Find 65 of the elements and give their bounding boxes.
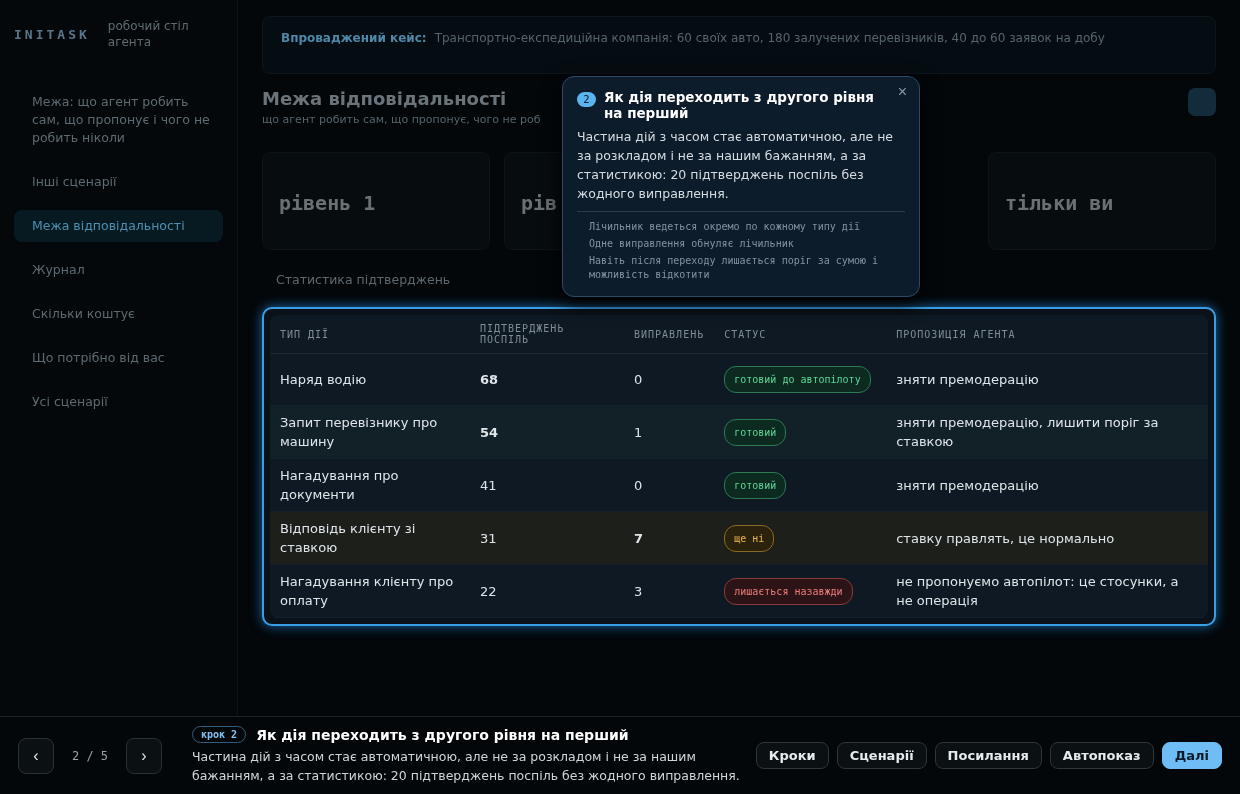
tour-button[interactable]: Сценарії bbox=[836, 742, 927, 769]
table-cell: 0 bbox=[624, 458, 715, 512]
status-tag: ще ні bbox=[724, 524, 775, 552]
table-cell: 3 bbox=[624, 564, 715, 618]
previous-button[interactable]: ‹ bbox=[18, 737, 54, 774]
table-cell: зняти премодерацію bbox=[886, 353, 1208, 406]
popover-title: Як дія переходить з другого рівня на перший bbox=[604, 89, 875, 121]
logo-subtitle: робочий стіл агента bbox=[107, 18, 190, 50]
table-cell: 31 bbox=[470, 511, 624, 565]
column-header: СТАТУС bbox=[714, 315, 887, 354]
table-cell: ставку правлять, це нормально bbox=[886, 511, 1208, 565]
status-tag: готовий bbox=[724, 471, 787, 499]
table-cell: Наряд водію bbox=[270, 353, 470, 406]
table-cell: Нагадування клієнту про оплату bbox=[270, 564, 470, 618]
bullet-text: Навіть після переходу лишається поріг за сумою і можливість відкотити bbox=[588, 254, 879, 282]
tour-button[interactable]: Автопоказ bbox=[1049, 742, 1154, 769]
step-counter: 2 / 5 bbox=[70, 748, 110, 763]
step-title: Як дія переходить з другого рівня на перший bbox=[256, 726, 629, 743]
column-header: ТИП ДІЇ bbox=[270, 315, 470, 354]
sidebar-item[interactable]: Усі сценарії bbox=[14, 386, 223, 418]
close-button[interactable]: × bbox=[893, 81, 911, 103]
sidebar-item[interactable]: Що потрібно від вас bbox=[14, 342, 223, 374]
tour-button[interactable]: Кроки bbox=[755, 742, 829, 769]
column-header: ПІДТВЕРДЖЕНЬ ПОСПІЛЬ bbox=[470, 315, 624, 354]
table-cell: 68 bbox=[470, 353, 624, 406]
step-text: Частина дій з часом стає автоматичною, але не за розкладом і не за нашим бажанням, а за статистикою: 20 підтверджень поспіль без жодного виправлення. bbox=[192, 748, 740, 785]
table-cell: зняти премодерацію, лишити поріг за ставкою bbox=[886, 405, 1208, 459]
table-cell: 41 bbox=[470, 458, 624, 512]
next-button[interactable]: › bbox=[126, 737, 162, 774]
header-button[interactable] bbox=[1188, 88, 1216, 116]
popover-text: Частина дій з часом стає автоматичною, але не за розкладом і не за нашим бажанням, а за статистикою: 20 підтверджень поспіль без жодного виправлення. bbox=[577, 127, 905, 212]
table-cell: 54 bbox=[470, 405, 624, 459]
table-cell: Запит перевізнику про машину bbox=[270, 405, 470, 459]
tour-button[interactable]: Далі bbox=[1161, 742, 1222, 769]
sidebar-item[interactable]: Скільки коштує bbox=[14, 298, 223, 330]
card-value: рівень 1 bbox=[279, 191, 376, 215]
table-cell: зняти премодерацію bbox=[886, 458, 1208, 512]
page-subtitle: що агент робить сам, що пропонує, чого не роб bbox=[262, 113, 541, 126]
step-number: 2 bbox=[577, 92, 596, 107]
sidebar-item[interactable]: Межа відповідальності bbox=[14, 210, 223, 242]
page-title: Межа відповідальності bbox=[262, 88, 508, 109]
table-cell: не пропонуємо автопілот: це стосунки, а не операція bbox=[886, 564, 1208, 618]
bullet-text: Лічильник ведеться окремо по кожному типу дії bbox=[588, 220, 861, 234]
table-cell: Нагадування про документи bbox=[270, 458, 470, 512]
sidebar-item[interactable]: Інші сценарії bbox=[14, 166, 223, 198]
card-value: рів bbox=[521, 191, 558, 215]
column-header: ПРОПОЗИЦІЯ АГЕНТА bbox=[886, 315, 1208, 354]
table-cell: 7 bbox=[624, 511, 715, 565]
sidebar-item[interactable]: Межа: що агент робить сам, що пропонує і чого не робить ніколи bbox=[14, 86, 223, 154]
status-tag: готовий bbox=[724, 418, 787, 446]
status-tag: готовий до автопілоту bbox=[724, 366, 871, 393]
table-cell: 1 bbox=[624, 405, 715, 459]
sidebar-item[interactable]: Журнал bbox=[14, 254, 223, 286]
section-title: Статистика підтверджень bbox=[276, 272, 451, 287]
card-value: тільки ви bbox=[1005, 191, 1114, 215]
table-cell: 22 bbox=[470, 564, 624, 618]
column-header: ВИПРАВЛЕНЬ bbox=[624, 315, 715, 354]
tour-button[interactable]: Посилання bbox=[934, 742, 1042, 769]
table-cell: Відповідь клієнту зі ставкою bbox=[270, 511, 470, 565]
logo: INITASK bbox=[14, 26, 90, 42]
banner-text: Транспортно-експедиційна компанія: 60 своїх авто, 180 залучених перевізників, 40 до 60 заявок на добу bbox=[434, 31, 1105, 45]
table-cell: 0 bbox=[624, 353, 715, 406]
banner-label: Впроваджений кейс: bbox=[281, 31, 427, 45]
bullet-text: Одне виправлення обнуляє лічильник bbox=[588, 237, 795, 251]
status-tag: лишається назавжди bbox=[724, 577, 853, 605]
